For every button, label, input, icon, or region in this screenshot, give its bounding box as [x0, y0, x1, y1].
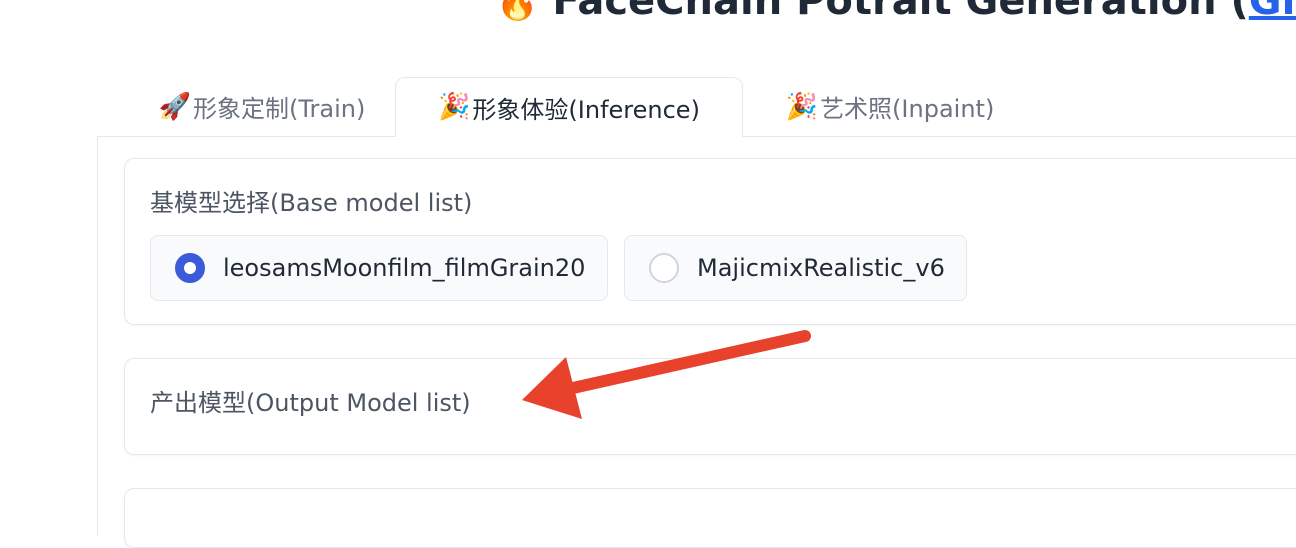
annotation-arrow-icon	[522, 330, 811, 419]
